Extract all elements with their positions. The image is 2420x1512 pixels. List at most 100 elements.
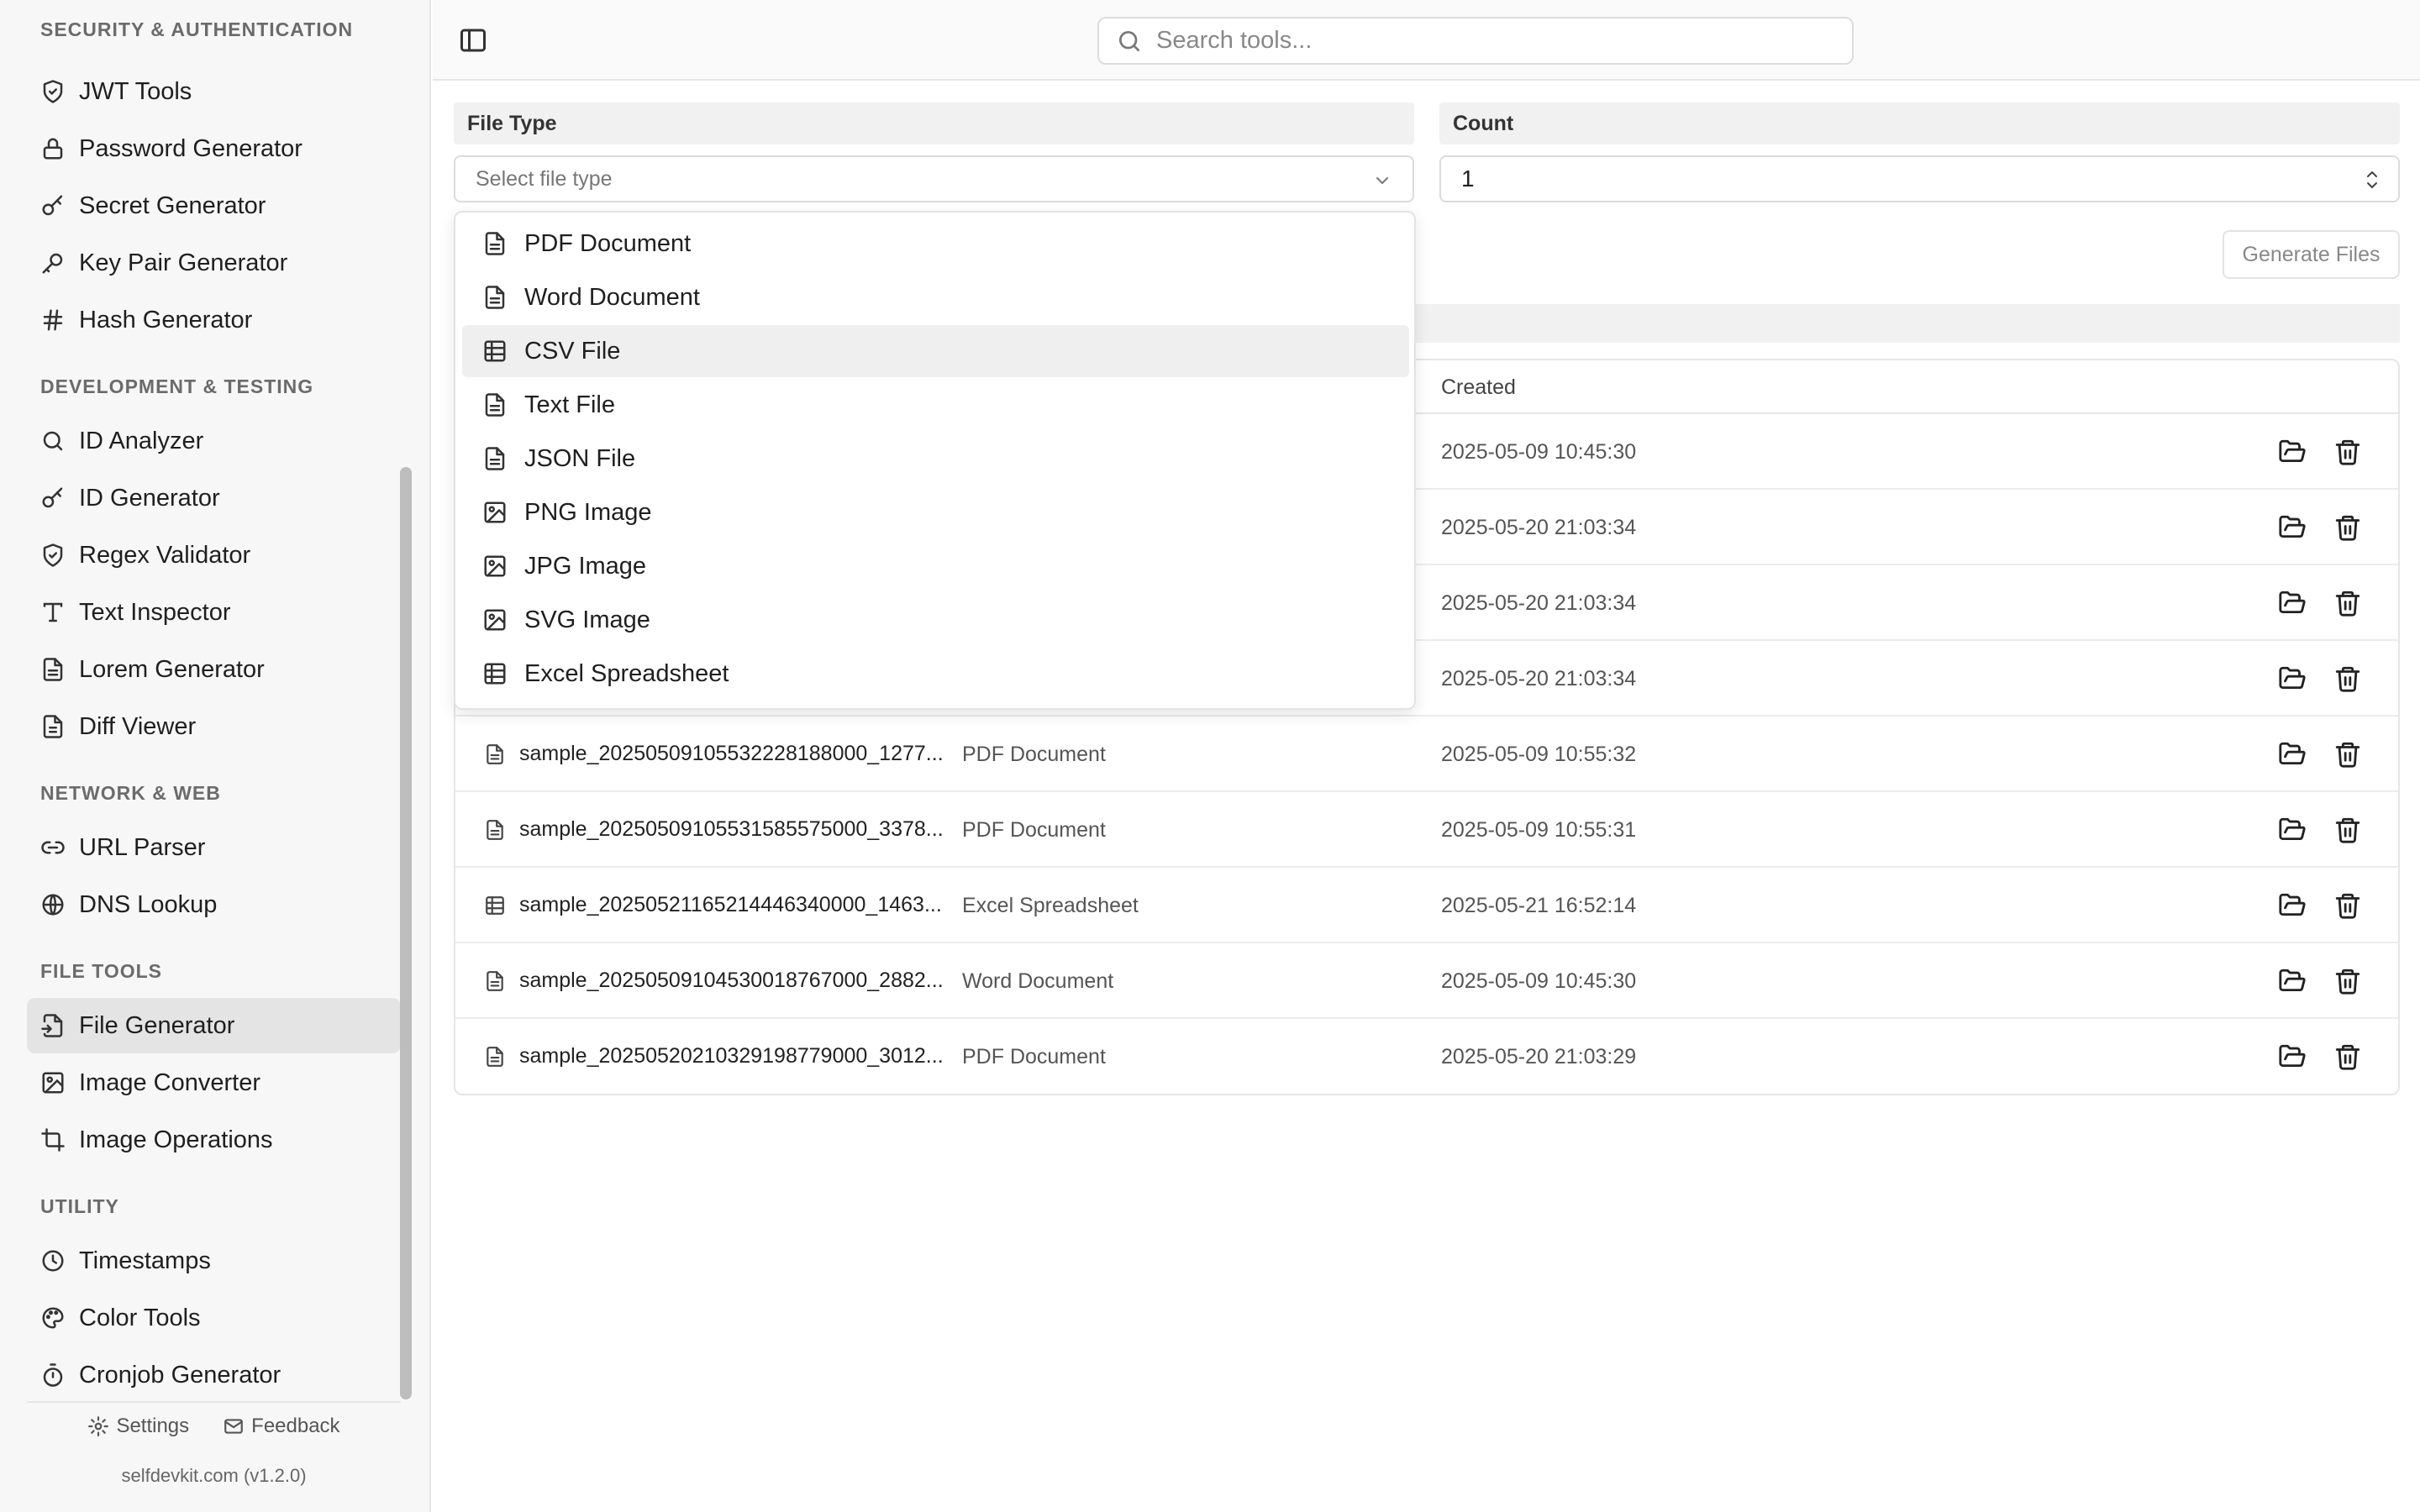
chevron-down-icon [1372,171,1392,191]
sidebar-item-jwt-tools[interactable]: JWT Tools [27,64,401,119]
search-input[interactable] [1156,27,1828,55]
file-type-dropdown: PDF Document Word Document CSV File Text Fi… [454,211,1416,710]
file-name: sample_20250521165214446340000_1463... [519,893,942,916]
folder-open-icon[interactable] [2278,664,2307,693]
dropdown-option[interactable]: CSV File [462,325,1409,377]
image-icon [482,607,508,633]
sidebar-scrollbar[interactable] [400,467,412,1399]
settings-link[interactable]: Settings [87,1415,189,1438]
feedback-label: Feedback [251,1415,340,1437]
file-name-cell: sample_20250509104530018767000_2882... [484,969,944,993]
folder-open-icon[interactable] [2278,438,2307,466]
dropdown-option[interactable]: Excel Spreadsheet [462,648,1409,700]
created-cell: 2025-05-20 21:03:34 [1441,591,1637,615]
file-type-select[interactable]: Select file type [454,155,1414,202]
folder-open-icon[interactable] [2278,513,2307,542]
trash-icon[interactable] [2333,891,2362,920]
palette-icon [40,1305,66,1331]
key-icon [40,193,66,218]
lock-icon [40,136,66,161]
trash-icon[interactable] [2333,816,2362,844]
file-name: sample_20250520210329198779000_3012... [519,1044,944,1068]
sidebar-item-id-analyzer[interactable]: ID Analyzer [27,413,401,469]
trash-icon[interactable] [2333,438,2362,466]
folder-open-icon[interactable] [2278,816,2307,844]
sidebar-item-text-inspector[interactable]: Text Inspector [27,585,401,640]
file-type-cell: Excel Spreadsheet [962,894,1139,917]
sidebar-item-label: Image Operations [79,1126,273,1153]
generate-files-button[interactable]: Generate Files [2223,230,2400,279]
sidebar-item-label: Diff Viewer [79,712,197,740]
option-label: JPG Image [524,552,647,580]
file-type-cell: PDF Document [962,1045,1106,1068]
type-icon [40,600,66,625]
file-type-placeholder: Select file type [476,166,613,191]
sidebar: Security & Authentication JWT Tools Pass… [0,0,431,1512]
sidebar-item-label: JWT Tools [79,77,192,105]
key-icon [40,486,66,511]
hash-icon [40,307,66,333]
sidebar-item-label: Key Pair Generator [79,249,288,276]
sidebar-item-diff-viewer[interactable]: Diff Viewer [27,699,401,754]
created-cell: 2025-05-09 10:45:30 [1441,969,1637,993]
sidebar-item-hash-generator[interactable]: Hash Generator [27,292,401,348]
dropdown-option[interactable]: JPG Image [462,540,1409,592]
sidebar-item-secret-generator[interactable]: Secret Generator [27,178,401,234]
sidebar-item-id-generator[interactable]: ID Generator [27,470,401,526]
sidebar-item-label: File Generator [79,1011,235,1039]
dropdown-option[interactable]: SVG Image [462,594,1409,646]
count-field[interactable]: 1 [1439,155,2400,202]
dropdown-option[interactable]: Text File [462,379,1409,431]
sidebar-item-timestamps[interactable]: Timestamps [27,1233,401,1289]
folder-open-icon[interactable] [2278,740,2307,769]
sidebar-item-url-parser[interactable]: URL Parser [27,820,401,875]
settings-label: Settings [116,1415,190,1437]
sidebar-item-label: ID Analyzer [79,427,204,454]
sidebar-nav[interactable]: Security & Authentication JWT Tools Pass… [0,0,431,1401]
feedback-link[interactable]: Feedback [223,1415,340,1438]
trash-icon[interactable] [2333,967,2362,995]
created-cell: 2025-05-20 21:03:34 [1441,667,1637,690]
trash-icon[interactable] [2333,589,2362,617]
section-title-development: Development & Testing [40,375,314,397]
sidebar-item-file-generator[interactable]: File Generator [27,998,401,1053]
sidebar-item-password-generator[interactable]: Password Generator [27,121,401,176]
section-title-file-tools: File Tools [40,960,163,982]
trash-icon[interactable] [2333,664,2362,693]
column-header-created: Created [1441,375,1516,399]
dropdown-option[interactable]: PDF Document [462,218,1409,270]
folder-open-icon[interactable] [2278,891,2307,920]
dropdown-option[interactable]: JSON File [462,433,1409,485]
folder-open-icon[interactable] [2278,1042,2307,1071]
search-box[interactable] [1097,17,1854,65]
sidebar-item-key-pair-generator[interactable]: Key Pair Generator [27,235,401,291]
sidebar-item-label: Lorem Generator [79,655,265,683]
trash-icon[interactable] [2333,513,2362,542]
shield-check-icon [40,79,66,104]
trash-icon[interactable] [2333,1042,2362,1071]
folder-open-icon[interactable] [2278,589,2307,617]
stepper-arrows-icon[interactable] [2363,167,2381,192]
sidebar-toggle-icon[interactable] [458,25,488,55]
sidebar-item-regex-validator[interactable]: Regex Validator [27,528,401,583]
folder-open-icon[interactable] [2278,967,2307,995]
sidebar-item-lorem-generator[interactable]: Lorem Generator [27,642,401,697]
sidebar-item-image-operations[interactable]: Image Operations [27,1112,401,1168]
created-cell: 2025-05-20 21:03:34 [1441,516,1637,539]
image-icon [482,500,508,525]
dropdown-option[interactable]: PNG Image [462,486,1409,538]
footer-links: Settings Feedback [27,1415,401,1438]
file-text-icon [482,285,508,310]
dropdown-option[interactable]: Word Document [462,271,1409,323]
file-text-icon [484,819,506,841]
sidebar-item-color-tools[interactable]: Color Tools [27,1290,401,1346]
file-type-label: File Type [454,102,1414,144]
sidebar-item-cronjob-generator[interactable]: Cronjob Generator [27,1347,401,1401]
sidebar-item-dns-lookup[interactable]: DNS Lookup [27,877,401,932]
option-label: PDF Document [524,229,692,257]
option-label: Excel Spreadsheet [524,659,729,687]
sidebar-item-image-converter[interactable]: Image Converter [27,1055,401,1110]
clock-icon [40,1248,66,1273]
table-row: sample_20250520210329198779000_3012... PD… [455,1019,2398,1094]
trash-icon[interactable] [2333,740,2362,769]
